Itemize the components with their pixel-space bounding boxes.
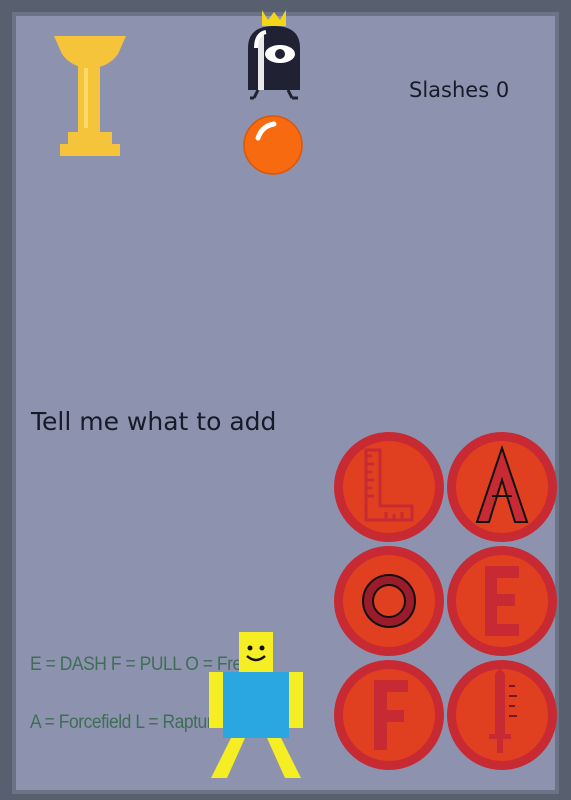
player-character bbox=[209, 632, 303, 778]
ring-O-icon bbox=[362, 574, 416, 628]
ability-L-button[interactable] bbox=[332, 430, 446, 544]
ability-F-button[interactable] bbox=[332, 658, 446, 772]
ability-A-button[interactable] bbox=[445, 430, 559, 544]
letter-E-icon bbox=[485, 566, 519, 636]
trophy-icon bbox=[54, 36, 126, 156]
ball-icon bbox=[243, 115, 303, 175]
ability-sword-button[interactable] bbox=[445, 658, 559, 772]
prompt-text: Tell me what to add bbox=[31, 407, 277, 436]
game-area[interactable]: Slashes 0 Tell me what to add E = DASH F… bbox=[12, 10, 559, 794]
enemy-character bbox=[248, 10, 300, 100]
ability-O-button[interactable] bbox=[332, 544, 446, 658]
ability-E-button[interactable] bbox=[445, 544, 559, 658]
controls-hint-line-2: A = Forcefield L = Rapture bbox=[30, 712, 222, 733]
slashes-counter: Slashes 0 bbox=[409, 78, 510, 102]
